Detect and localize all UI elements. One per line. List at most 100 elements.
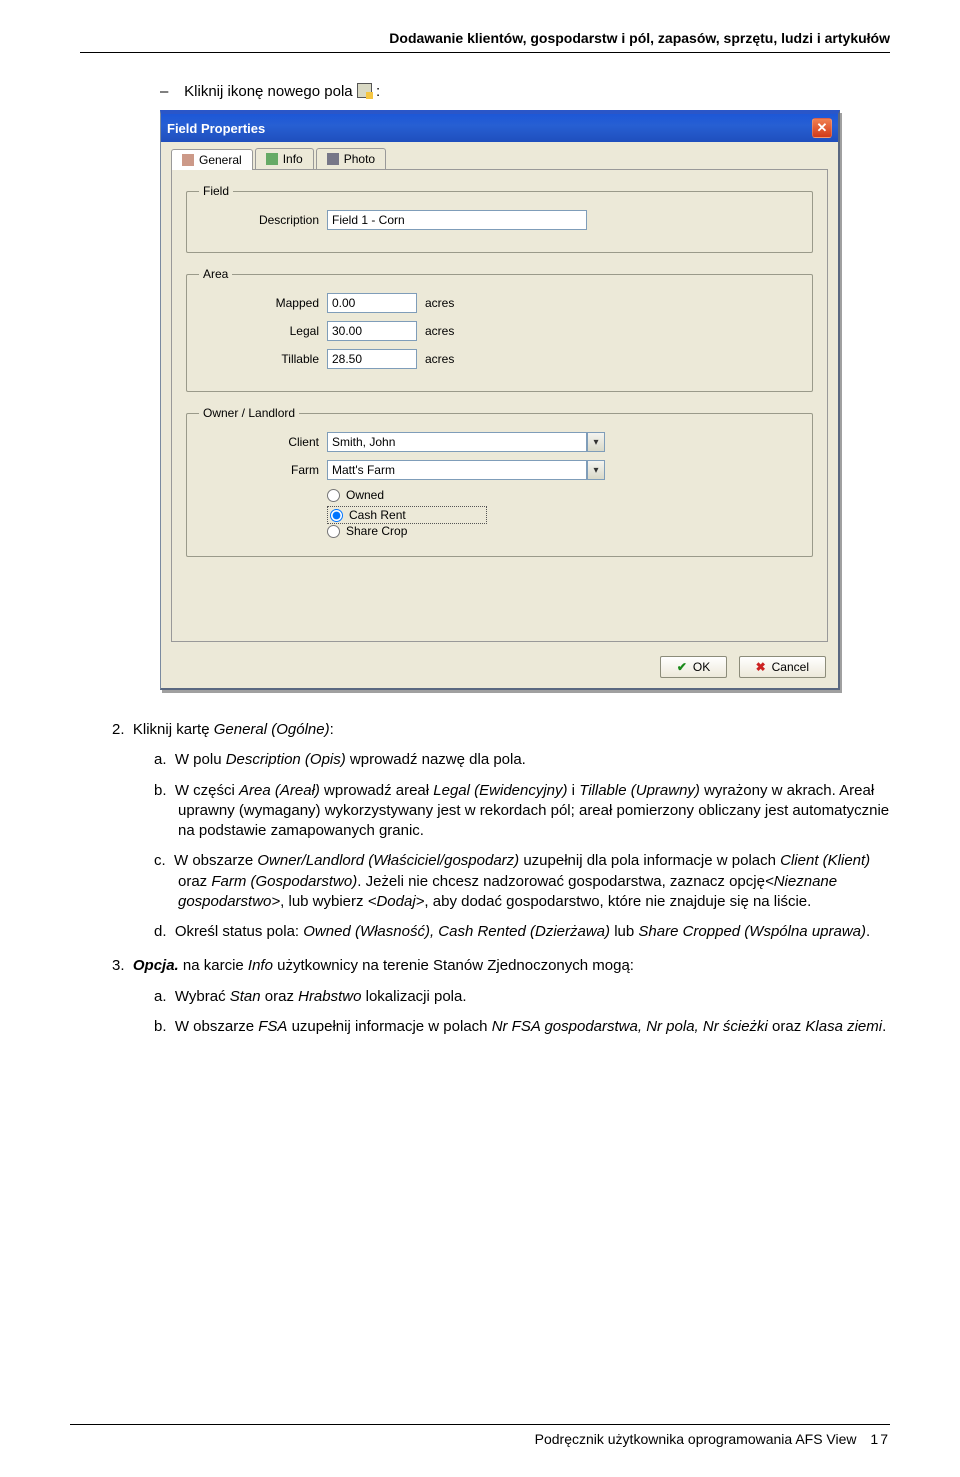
tc11: , aby dodać gospodarstwo, które nie znaj… [424, 893, 811, 910]
num-a: a. [154, 751, 167, 768]
tc1: W obszarze [174, 852, 257, 869]
step-3: 3. Opcja. na karcie Info użytkownicy na … [112, 956, 890, 976]
t3c: Info [248, 957, 273, 974]
new-field-icon [357, 83, 372, 98]
page-number: 17 [870, 1431, 890, 1447]
fieldset-area: Area Mapped acres Legal acres Tillable a… [186, 267, 813, 392]
unit-legal: acres [425, 324, 454, 338]
radio-owned-label: Owned [346, 488, 384, 502]
t2c: : [330, 721, 334, 738]
radio-cashrent[interactable] [330, 509, 343, 522]
fieldset-field: Field Description [186, 184, 813, 253]
document-body: 2. Kliknij kartę General (Ogólne): a. W … [80, 720, 890, 1037]
button-bar: ✔OK ✖Cancel [161, 648, 838, 688]
label-legal: Legal [199, 324, 319, 338]
num-2: 2. [112, 721, 125, 738]
description-input[interactable] [327, 210, 587, 230]
t3b3: uzupełnij informacje w polach [287, 1018, 491, 1035]
step-3a: a. Wybrać Stan oraz Hrabstwo lokalizacji… [154, 987, 890, 1007]
tab-body: Field Description Area Mapped acres Lega… [171, 169, 828, 642]
camera-icon [327, 153, 339, 165]
unit-mapped: acres [425, 296, 454, 310]
label-description: Description [199, 213, 319, 227]
t3a2: Stan [230, 988, 261, 1005]
ok-label: OK [693, 660, 710, 674]
num-3a: a. [154, 988, 167, 1005]
chevron-down-icon[interactable] [587, 460, 605, 480]
t3a5: lokalizacji pola. [361, 988, 466, 1005]
tab-photo-label: Photo [344, 152, 375, 166]
cross-icon: ✖ [756, 660, 766, 674]
farm-input[interactable] [327, 460, 587, 480]
page-footer: Podręcznik użytkownika oprogramowania AF… [70, 1424, 890, 1447]
tab-info-label: Info [283, 152, 303, 166]
tb4: Legal (Ewidencyjny) [433, 782, 567, 799]
unit-tillable: acres [425, 352, 454, 366]
t3b6: Klasa ziemi [805, 1018, 882, 1035]
radio-sharecrop[interactable] [327, 525, 340, 538]
tc5: oraz [178, 873, 211, 890]
tab-info[interactable]: Info [255, 148, 314, 169]
client-combo[interactable] [327, 432, 605, 452]
tc7: . Jeżeli nie chcesz nadzorować gospodars… [357, 873, 765, 890]
num-d: d. [154, 923, 167, 940]
legend-owner: Owner / Landlord [199, 406, 299, 420]
ownership-radios: Owned Cash Rent Share Crop [327, 488, 800, 538]
step-2b: b. W części Area (Areał) wprowadź areał … [154, 781, 890, 842]
tb6: Tillable (Uprawny) [579, 782, 700, 799]
client-input[interactable] [327, 432, 587, 452]
td2: Owned (Własność), Cash Rented (Dzierżawa… [303, 923, 610, 940]
ta3: wprowadź nazwę dla pola. [346, 751, 526, 768]
close-icon[interactable]: ✕ [812, 118, 832, 138]
chevron-down-icon[interactable] [587, 432, 605, 452]
t2b: General (Ogólne) [214, 721, 330, 738]
num-c: c. [154, 852, 166, 869]
tillable-input[interactable] [327, 349, 417, 369]
tc10: <Dodaj> [368, 893, 425, 910]
cancel-button[interactable]: ✖Cancel [739, 656, 826, 678]
num-3b: b. [154, 1018, 167, 1035]
t3d: użytkownicy na terenie Stanów Zjednoczon… [273, 957, 634, 974]
tc3: uzupełnij dla pola informacje w polach [519, 852, 780, 869]
td5: . [866, 923, 870, 940]
intro-prefix: Kliknij ikonę nowego pola [184, 83, 352, 100]
td1: Określ status pola: [175, 923, 303, 940]
fieldset-owner: Owner / Landlord Client Farm Owned Cash … [186, 406, 813, 557]
radio-sharecrop-label: Share Crop [346, 524, 407, 538]
tb2: Area (Areał) [239, 782, 320, 799]
legend-field: Field [199, 184, 233, 198]
tc6: Farm (Gospodarstwo) [211, 873, 357, 890]
ok-button[interactable]: ✔OK [660, 656, 727, 678]
t3a4: Hrabstwo [298, 988, 361, 1005]
mapped-input[interactable] [327, 293, 417, 313]
tab-strip: General Info Photo [161, 142, 838, 169]
t3b1: W obszarze [175, 1018, 258, 1035]
intro-suffix: : [376, 83, 380, 100]
page-header: Dodawanie klientów, gospodarstw i pól, z… [80, 30, 890, 53]
dash: – [160, 83, 180, 100]
tb5: i [568, 782, 580, 799]
t3b4: Nr FSA gospodarstwa, Nr pola, Nr ścieżki [492, 1018, 768, 1035]
tab-general[interactable]: General [171, 149, 253, 170]
legal-input[interactable] [327, 321, 417, 341]
num-b: b. [154, 782, 167, 799]
farm-combo[interactable] [327, 460, 605, 480]
tc9: , lub wybierz [280, 893, 368, 910]
td4: Share Cropped (Wspólna uprawa) [638, 923, 866, 940]
dialog-titlebar: Field Properties ✕ [161, 114, 838, 142]
t3a: Opcja. [133, 957, 179, 974]
step-2d: d. Określ status pola: Owned (Własność),… [154, 922, 890, 942]
t3a3: oraz [261, 988, 299, 1005]
label-tillable: Tillable [199, 352, 319, 366]
legend-area: Area [199, 267, 232, 281]
tc2: Owner/Landlord (Właściciel/gospodarz) [257, 852, 519, 869]
tab-photo[interactable]: Photo [316, 148, 386, 169]
info-icon [266, 153, 278, 165]
num-3: 3. [112, 957, 125, 974]
t3a1: Wybrać [175, 988, 230, 1005]
t3b: na karcie [179, 957, 248, 974]
step-2: 2. Kliknij kartę General (Ogólne): [112, 720, 890, 740]
label-farm: Farm [199, 463, 319, 477]
radio-owned[interactable] [327, 489, 340, 502]
footer-text: Podręcznik użytkownika oprogramowania AF… [535, 1431, 857, 1447]
